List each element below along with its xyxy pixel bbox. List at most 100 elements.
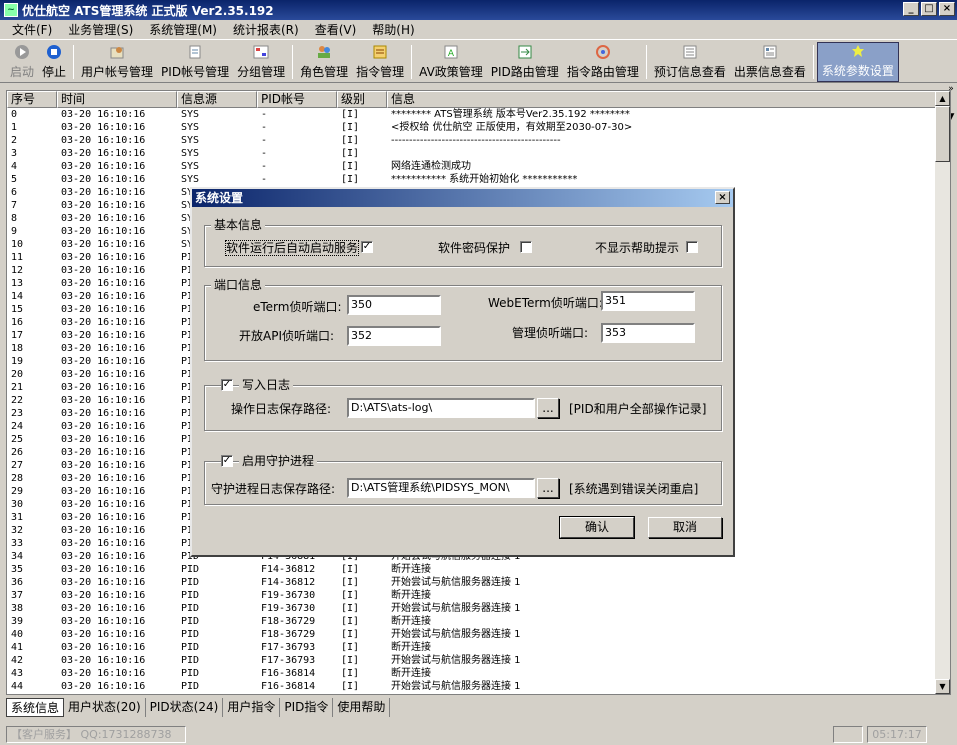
guard-process-checkbox[interactable]: ✓ bbox=[221, 455, 233, 467]
row-time: 03-20 16:10:16 bbox=[61, 226, 146, 237]
tab-help[interactable]: 使用帮助 bbox=[333, 698, 391, 717]
group-button[interactable]: 分组管理 bbox=[233, 42, 289, 82]
api-port-input[interactable]: 352 bbox=[347, 326, 441, 346]
start-label: 启动 bbox=[10, 65, 35, 79]
col-header-source[interactable]: 信息源 bbox=[177, 91, 257, 108]
menu-reports[interactable]: 统计报表(R) bbox=[225, 21, 307, 38]
eterm-port-label: eTerm侦听端口: bbox=[253, 300, 342, 314]
table-row[interactable]: 44 03-20 16:10:16 PID F16-36814 [I] 开始尝试与航信服务… bbox=[7, 680, 936, 693]
stop-button[interactable]: 停止 bbox=[38, 42, 70, 82]
password-protect-checkbox[interactable] bbox=[520, 241, 532, 253]
row-source: SYS bbox=[181, 122, 200, 133]
dialog-title-bar: 系统设置 × bbox=[192, 189, 733, 207]
menu-view[interactable]: 查看(V) bbox=[307, 21, 365, 38]
row-message: 网络连通检测成功 bbox=[391, 161, 471, 172]
guard-path-browse-button[interactable]: ... bbox=[537, 478, 559, 498]
admin-port-label: 管理侦听端口: bbox=[512, 326, 589, 340]
maximize-button[interactable]: □ bbox=[921, 2, 937, 16]
col-header-level[interactable]: 级别 bbox=[337, 91, 387, 108]
hide-help-label[interactable]: 不显示帮助提示 bbox=[595, 241, 679, 255]
table-row[interactable]: 3 03-20 16:10:16 SYS - [I] bbox=[7, 147, 936, 160]
pid-account-label: PID帐号管理 bbox=[161, 65, 230, 79]
user-account-icon bbox=[109, 44, 125, 60]
row-time: 03-20 16:10:16 bbox=[61, 668, 146, 679]
command-route-button[interactable]: 指令路由管理 bbox=[563, 42, 643, 82]
table-row[interactable]: 4 03-20 16:10:16 SYS - [I] 网络连通检测成功 bbox=[7, 160, 936, 173]
table-row[interactable]: 36 03-20 16:10:16 PID F14-36812 [I] 开始尝试与航信服务… bbox=[7, 576, 936, 589]
av-policy-button[interactable]: A AV政策管理 bbox=[415, 42, 487, 82]
row-message: <授权给 优仕航空 正版使用，有效期至2030-07-30> bbox=[391, 122, 633, 133]
table-row[interactable]: 43 03-20 16:10:16 PID F16-36814 [I] 断开连接 bbox=[7, 667, 936, 680]
row-index: 39 bbox=[11, 616, 24, 627]
table-row[interactable]: 1 03-20 16:10:16 SYS - [I] <授权给 优仕航空 正版使用，有效期… bbox=[7, 121, 936, 134]
system-settings-button[interactable]: 系统参数设置 bbox=[816, 42, 899, 82]
table-row[interactable]: 5 03-20 16:10:16 SYS - [I] *********** 系统开始初始… bbox=[7, 173, 936, 186]
dialog-title: 系统设置 bbox=[195, 191, 244, 205]
log-scrollbar[interactable]: ▲ ▼ bbox=[935, 91, 950, 694]
row-index: 0 bbox=[11, 109, 18, 120]
row-time: 03-20 16:10:16 bbox=[61, 356, 146, 367]
cancel-button[interactable]: 取消 bbox=[648, 517, 722, 538]
table-row[interactable]: 39 03-20 16:10:16 PID F18-36729 [I] 断开连接 bbox=[7, 615, 936, 628]
col-header-pid[interactable]: PID帐号 bbox=[257, 91, 337, 108]
admin-port-input[interactable]: 353 bbox=[601, 323, 695, 343]
row-source: PID bbox=[181, 668, 200, 679]
col-header-time[interactable]: 时间 bbox=[57, 91, 177, 108]
guard-process-legend[interactable]: 启用守护进程 bbox=[239, 454, 318, 468]
menu-help[interactable]: 帮助(H) bbox=[364, 21, 422, 38]
tab-user-status[interactable]: 用户状态(20) bbox=[64, 698, 146, 717]
write-log-checkbox[interactable]: ✓ bbox=[221, 379, 233, 391]
pid-account-button[interactable]: PID帐号管理 bbox=[157, 42, 233, 82]
booking-view-button[interactable]: 预订信息查看 bbox=[650, 42, 730, 82]
table-row[interactable]: 37 03-20 16:10:16 PID F19-36730 [I] 断开连接 bbox=[7, 589, 936, 602]
log-path-input[interactable]: D:\ATS\ats-log\ bbox=[347, 398, 535, 418]
table-row[interactable]: 41 03-20 16:10:16 PID F17-36793 [I] 断开连接 bbox=[7, 641, 936, 654]
table-row[interactable]: 0 03-20 16:10:16 SYS - [I] ******** ATS管理系统 版… bbox=[7, 108, 936, 121]
role-button[interactable]: 角色管理 bbox=[296, 42, 352, 82]
minimize-button[interactable]: _ bbox=[903, 2, 919, 16]
row-index: 12 bbox=[11, 265, 24, 276]
confirm-button[interactable]: 确认 bbox=[559, 516, 635, 539]
start-button[interactable]: 启动 bbox=[6, 42, 38, 82]
row-source: SYS bbox=[181, 109, 200, 120]
write-log-group: ✓ 写入日志 操作日志保存路径: D:\ATS\ats-log\ ... [PI… bbox=[204, 378, 722, 431]
menu-system[interactable]: 系统管理(M) bbox=[141, 21, 225, 38]
scroll-up-icon[interactable]: ▲ bbox=[935, 91, 950, 106]
tab-pid-commands[interactable]: PID指令 bbox=[280, 698, 334, 717]
col-header-message[interactable]: 信息 bbox=[387, 91, 936, 108]
pid-route-button[interactable]: PID路由管理 bbox=[487, 42, 563, 82]
guard-path-input[interactable]: D:\ATS管理系统\PIDSYS_MON\ bbox=[347, 478, 535, 498]
hide-help-checkbox[interactable] bbox=[686, 241, 698, 253]
autostart-checkbox[interactable]: ✓ bbox=[361, 241, 373, 253]
table-row[interactable]: 42 03-20 16:10:16 PID F17-36793 [I] 开始尝试与航信服务… bbox=[7, 654, 936, 667]
row-time: 03-20 16:10:16 bbox=[61, 122, 146, 133]
menu-file[interactable]: 文件(F) bbox=[4, 21, 60, 38]
scroll-thumb[interactable] bbox=[935, 106, 950, 162]
password-protect-label[interactable]: 软件密码保护 bbox=[438, 241, 510, 255]
table-row[interactable]: 2 03-20 16:10:16 SYS - [I] ------------------… bbox=[7, 134, 936, 147]
row-index: 31 bbox=[11, 512, 24, 523]
table-row[interactable]: 35 03-20 16:10:16 PID F14-36812 [I] 断开连接 bbox=[7, 563, 936, 576]
scroll-down-icon[interactable]: ▼ bbox=[935, 679, 950, 694]
close-icon[interactable]: × bbox=[715, 191, 730, 204]
row-pid: F18-36729 bbox=[261, 616, 316, 627]
tab-user-commands[interactable]: 用户指令 bbox=[223, 698, 281, 717]
eterm-port-input[interactable]: 350 bbox=[347, 295, 441, 315]
close-button[interactable]: × bbox=[939, 2, 955, 16]
log-path-browse-button[interactable]: ... bbox=[537, 398, 559, 418]
command-button[interactable]: 指令管理 bbox=[352, 42, 408, 82]
tab-system-info[interactable]: 系统信息 bbox=[6, 698, 65, 717]
autostart-label[interactable]: 软件运行后自动启动服务 bbox=[225, 240, 360, 256]
col-header-index[interactable]: 序号 bbox=[7, 91, 57, 108]
table-row[interactable]: 38 03-20 16:10:16 PID F19-36730 [I] 开始尝试与航信服务… bbox=[7, 602, 936, 615]
user-account-button[interactable]: 用户帐号管理 bbox=[77, 42, 157, 82]
row-message: 开始尝试与航信服务器连接 1 bbox=[391, 603, 521, 614]
webeterm-port-input[interactable]: 351 bbox=[601, 291, 695, 311]
row-index: 42 bbox=[11, 655, 24, 666]
menu-business[interactable]: 业务管理(S) bbox=[60, 21, 141, 38]
svg-text:A: A bbox=[448, 49, 455, 59]
ticket-view-button[interactable]: 出票信息查看 bbox=[730, 42, 810, 82]
write-log-legend[interactable]: 写入日志 bbox=[239, 378, 294, 392]
table-row[interactable]: 40 03-20 16:10:16 PID F18-36729 [I] 开始尝试与航信服务… bbox=[7, 628, 936, 641]
tab-pid-status[interactable]: PID状态(24) bbox=[146, 698, 224, 717]
